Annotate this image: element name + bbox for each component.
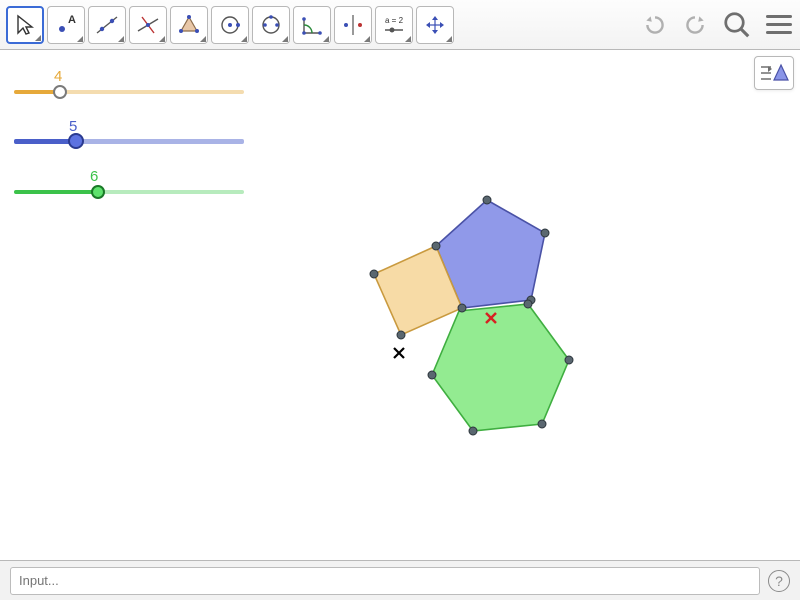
circle-center-tool-icon [216,11,244,39]
tool-group: A a = 2 [6,6,454,44]
svg-text:a = 2: a = 2 [385,16,404,25]
move-view-tool[interactable] [416,6,454,44]
reflect-tool[interactable] [334,6,372,44]
input-bar: ? [0,560,800,600]
svg-text:A: A [68,14,76,26]
perpendicular-line-tool-icon [134,11,162,39]
point-tool-icon: A [52,11,80,39]
graphics-view[interactable]: 4 5 6 [0,50,800,560]
vertex-point[interactable] [524,300,532,308]
slider-tool-icon: a = 2 [380,11,408,39]
toolbar-right [642,0,792,49]
algebra-input[interactable] [10,567,760,595]
angle-tool-icon [298,11,326,39]
slider-tool[interactable]: a = 2 [375,6,413,44]
black-cross-point[interactable] [394,348,404,358]
polygon-tool-icon [175,11,203,39]
vertex-point[interactable] [538,420,546,428]
line-tool-icon [93,11,121,39]
vertex-point[interactable] [370,270,378,278]
toolbar: A a = 2 [0,0,800,50]
undo-icon[interactable] [642,12,668,38]
line-tool[interactable] [88,6,126,44]
vertex-point[interactable] [565,356,573,364]
vertex-point[interactable] [541,229,549,237]
vertex-point[interactable] [432,242,440,250]
vertex-point[interactable] [469,427,477,435]
shapes-layer [0,50,800,560]
ellipse-tool[interactable] [252,6,290,44]
vertex-point[interactable] [483,196,491,204]
move-view-tool-icon [421,11,449,39]
reflect-tool-icon [339,11,367,39]
angle-tool[interactable] [293,6,331,44]
move-tool[interactable] [6,6,44,44]
vertex-point[interactable] [397,331,405,339]
ellipse-tool-icon [257,11,285,39]
circle-center-tool[interactable] [211,6,249,44]
hexagon-shape[interactable] [432,304,569,431]
vertex-point[interactable] [458,304,466,312]
point-tool[interactable]: A [47,6,85,44]
menu-icon[interactable] [766,15,792,34]
redo-icon[interactable] [682,12,708,38]
search-icon[interactable] [722,10,752,40]
polygon-tool[interactable] [170,6,208,44]
perpendicular-tool[interactable] [129,6,167,44]
vertex-point[interactable] [428,371,436,379]
help-icon[interactable]: ? [768,570,790,592]
